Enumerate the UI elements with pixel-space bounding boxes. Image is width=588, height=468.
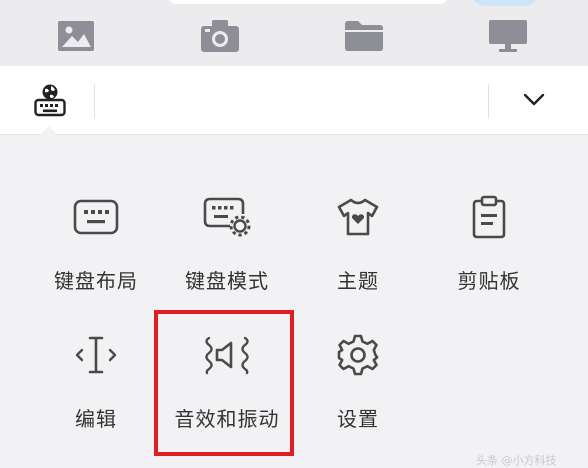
keyboard-menu-panel: 键盘布局 键盘模式 主题 剪贴板 编辑 音效和振动 设置 xyxy=(0,135,588,464)
menu-item-edit[interactable]: 编辑 xyxy=(31,329,161,439)
highlight-box xyxy=(154,310,294,456)
keyboard-mode-icon xyxy=(162,193,292,241)
chevron-down-icon[interactable] xyxy=(512,80,556,120)
menu-label: 主题 xyxy=(337,269,379,293)
clipboard-icon xyxy=(424,193,554,241)
globe-keyboard-icon[interactable] xyxy=(28,78,72,122)
menu-label: 编辑 xyxy=(75,407,117,431)
menu-item-keyboard-layout[interactable]: 键盘布局 xyxy=(31,191,161,301)
menu-label: 键盘布局 xyxy=(54,269,138,293)
selection-caret xyxy=(40,126,58,135)
menu-item-theme[interactable]: 主题 xyxy=(293,191,423,301)
monitor-icon[interactable] xyxy=(488,18,528,54)
image-icon[interactable] xyxy=(56,18,96,54)
toolbar-divider xyxy=(94,84,95,118)
toolbar-divider xyxy=(488,84,489,118)
watermark: 头条 @小方科技 xyxy=(476,454,557,467)
camera-icon[interactable] xyxy=(200,18,240,54)
menu-item-settings[interactable]: 设置 xyxy=(293,329,423,439)
menu-label: 键盘模式 xyxy=(185,269,269,293)
menu-label: 剪贴板 xyxy=(457,269,521,293)
attachment-strip xyxy=(0,0,588,66)
text-cursor-icon xyxy=(31,331,161,379)
menu-item-clipboard[interactable]: 剪贴板 xyxy=(424,191,554,301)
menu-item-keyboard-mode[interactable]: 键盘模式 xyxy=(162,191,292,301)
gear-icon xyxy=(293,331,423,379)
tshirt-heart-icon xyxy=(293,193,423,241)
keyboard-layout-icon xyxy=(31,193,161,241)
menu-label: 设置 xyxy=(337,407,379,431)
keyboard-toolbar xyxy=(0,66,588,135)
send-button-edge xyxy=(470,0,540,6)
input-field-edge xyxy=(168,0,448,4)
folder-icon[interactable] xyxy=(344,18,384,54)
